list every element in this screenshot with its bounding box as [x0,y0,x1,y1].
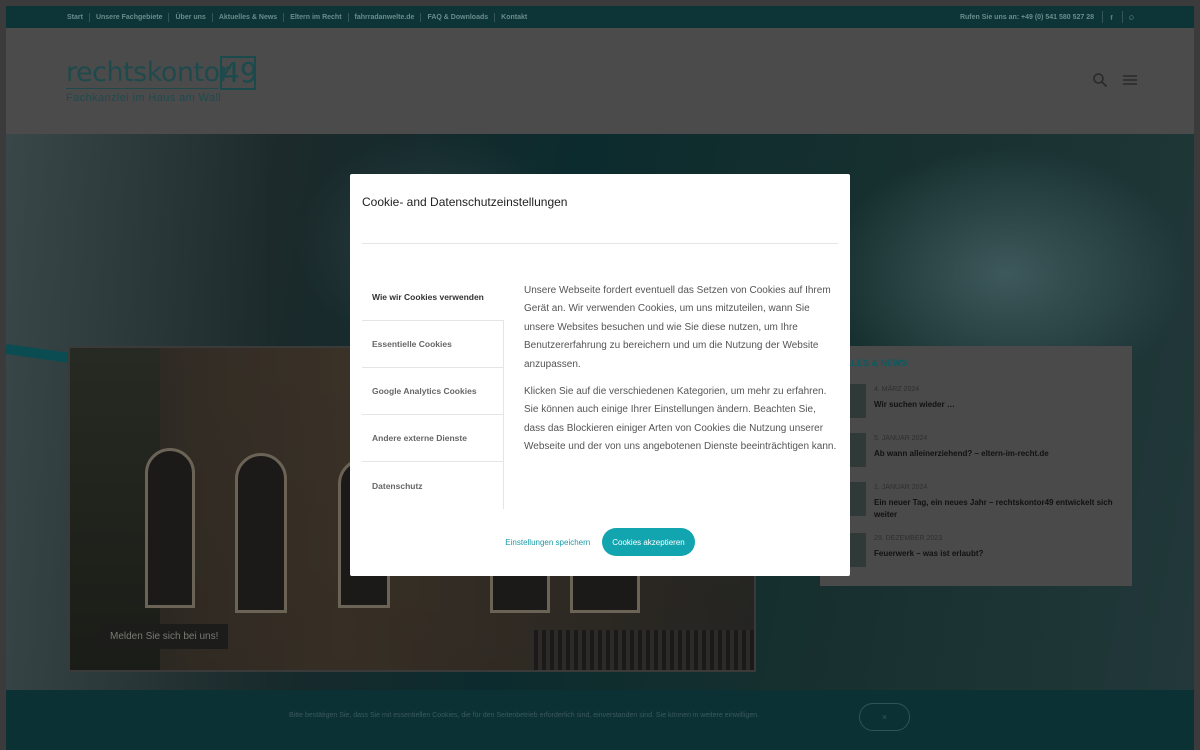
tab-privacy[interactable]: Datenschutz [362,462,504,509]
news-item[interactable]: 4. MÄRZ 2024 Wir suchen wieder … [840,384,1120,424]
phone-text[interactable]: Rufen Sie uns an: +49 (0) 541 580 527 28 [960,14,1094,21]
modal-body: Unsere Webseite fordert eventuell das Se… [524,282,838,466]
cookie-tabs: Wie wir Cookies verwenden Essentielle Co… [362,274,504,509]
top-bar: Start Unsere Fachgebiete Über uns Aktuel… [6,6,1194,28]
tab-external-services[interactable]: Andere externe Dienste [362,415,504,462]
nav-kontakt[interactable]: Kontakt [494,12,533,22]
nav-eltern-im-recht[interactable]: Eltern im Recht [283,12,347,22]
save-settings-button[interactable]: Einstellungen speichern [505,538,590,547]
news-date: 1. JANUAR 2024 [874,484,928,491]
tab-essential-cookies[interactable]: Essentielle Cookies [362,321,504,368]
photo-window [145,448,195,608]
facebook-icon[interactable] [1102,11,1114,23]
accept-cookies-button[interactable]: Cookies akzeptieren [602,528,695,556]
menu-icon[interactable] [1122,72,1138,93]
news-title[interactable]: Feuerwerk – was ist erlaubt? [874,548,1120,560]
tab-how-we-use-cookies[interactable]: Wie wir Cookies verwenden [362,274,504,321]
modal-title: Cookie- and Datenschutzeinstellungen [362,195,568,209]
news-item[interactable]: 1. JANUAR 2024 Ein neuer Tag, ein neues … [840,482,1120,522]
cookie-bar-close-button[interactable]: × [859,703,910,731]
news-widget: ELLES & NEWS 4. MÄRZ 2024 Wir suchen wie… [820,346,1132,586]
header-icons [1092,72,1138,93]
cookie-settings-modal: Cookie- and Datenschutzeinstellungen Wie… [350,174,850,576]
news-title[interactable]: Wir suchen wieder … [874,399,1120,411]
site-logo[interactable]: rechtskontor 49 Fachkanzlei im Haus am W… [66,56,258,110]
news-heading: ELLES & NEWS [840,358,908,368]
nav-faq[interactable]: FAQ & Downloads [420,12,494,22]
photo-fence [530,630,754,670]
nav-start[interactable]: Start [67,13,89,22]
tab-google-analytics[interactable]: Google Analytics Cookies [362,368,504,415]
logo-number: 49 [220,56,258,90]
news-item[interactable]: 29. DEZEMBER 2023 Feuerwerk – was ist er… [840,533,1120,573]
nav-ueber-uns[interactable]: Über uns [168,12,211,22]
logo-tagline: Fachkanzlei im Haus am Wall [66,92,222,104]
logo-underline [66,88,218,89]
modal-divider [362,243,838,244]
news-date: 4. MÄRZ 2024 [874,386,920,393]
cookie-bar: Bitte bestätigen Sie, dass Sie mit essen… [6,690,1194,750]
logo-wordmark: rechtskontor [66,57,231,88]
modal-paragraph: Klicken Sie auf die verschiedenen Katego… [524,386,837,453]
news-date: 29. DEZEMBER 2023 [874,535,943,542]
nav-aktuelles[interactable]: Aktuelles & News [211,12,283,22]
search-icon[interactable] [1092,72,1108,93]
news-item[interactable]: 5. JANUAR 2024 Ab wann alleinerziehend? … [840,433,1120,473]
news-title[interactable]: Ab wann alleinerziehend? – eltern-im-rec… [874,448,1120,460]
nav-fahrradanwelte[interactable]: fahrradanwelte.de [347,12,421,22]
modal-footer: Einstellungen speichern Cookies akzeptie… [350,528,850,556]
signup-label[interactable]: Melden Sie sich bei uns! [100,624,229,649]
nav-fachgebiete[interactable]: Unsere Fachgebiete [88,12,169,22]
top-contact: Rufen Sie uns an: +49 (0) 541 580 527 28 [960,6,1134,28]
top-nav: Start Unsere Fachgebiete Über uns Aktuel… [67,6,533,28]
news-date: 5. JANUAR 2024 [874,435,928,442]
modal-paragraph: Unsere Webseite fordert eventuell das Se… [524,285,831,370]
news-title[interactable]: Ein neuer Tag, ein neues Jahr – rechtsko… [874,497,1120,521]
cookie-bar-text: Bitte bestätigen Sie, dass Sie mit essen… [289,712,760,719]
photo-window [235,453,287,613]
whatsapp-icon[interactable] [1122,11,1134,23]
site-header: rechtskontor 49 Fachkanzlei im Haus am W… [6,28,1194,134]
